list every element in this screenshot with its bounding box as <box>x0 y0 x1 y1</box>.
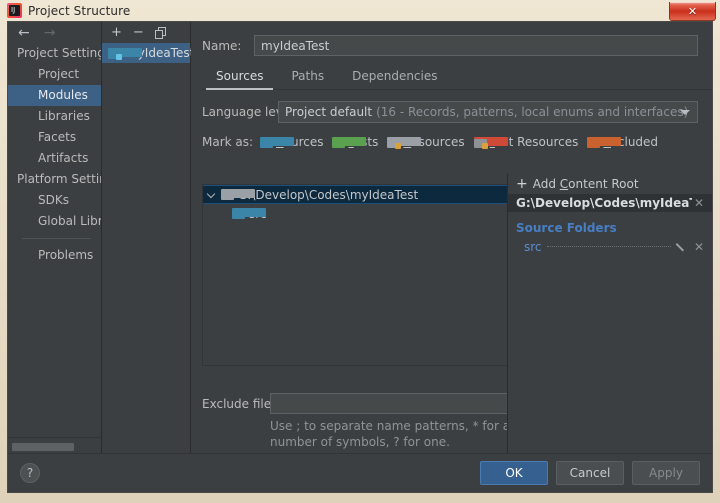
source-folder-icon <box>232 208 266 219</box>
source-folders-heading: Source Folders <box>516 221 617 235</box>
mark-as-resources-button[interactable]: Resources <box>387 135 465 149</box>
source-folder-dotted-line <box>546 245 671 247</box>
tab-dependencies[interactable]: Dependencies <box>338 69 451 89</box>
content-root-details-panel: + Add Content Root G:\Develop\Codes\myId… <box>507 174 712 492</box>
forward-arrow-icon[interactable]: → <box>44 26 56 40</box>
module-tabs: Sources Paths Dependencies <box>202 69 712 90</box>
add-content-root-label-post: ontent Root <box>568 177 639 191</box>
language-level-label: Language level: <box>202 105 298 119</box>
remove-source-folder-icon[interactable]: ✕ <box>692 241 706 253</box>
sidebar-group-platform-settings: Platform Settings <box>17 172 101 186</box>
sidebar-scrollbar-thumb[interactable] <box>12 443 74 451</box>
source-folder-name[interactable]: src <box>524 240 542 254</box>
navigation-bar: ← → <box>8 22 101 43</box>
folder-icon <box>221 189 255 200</box>
content-root-path: G:\Develop\Codes\myIdeaTest <box>516 196 692 210</box>
sidebar-item-modules[interactable]: Modules <box>8 85 101 106</box>
dialog-actions: OK Cancel Apply <box>480 461 700 485</box>
add-module-button[interactable]: + <box>111 26 122 39</box>
back-arrow-icon[interactable]: ← <box>18 26 30 40</box>
chevron-down-icon[interactable] <box>208 190 217 199</box>
exclude-files-label: Exclude files: <box>202 396 282 411</box>
sidebar-item-facets[interactable]: Facets <box>8 127 101 148</box>
chevron-down-icon <box>680 109 690 115</box>
modules-list-pane: + − myIdeaTest <box>102 22 194 456</box>
mark-as-label: Mark as: <box>202 135 254 149</box>
tab-paths[interactable]: Paths <box>277 69 338 89</box>
mark-as-excluded-button[interactable]: Excluded <box>587 135 658 149</box>
content-roots-tree[interactable]: G:\Develop\Codes\myIdeaTest src <box>202 184 519 366</box>
copy-module-icon[interactable] <box>154 26 167 39</box>
apply-button[interactable]: Apply <box>632 461 700 485</box>
module-name-row: Name: <box>191 22 712 56</box>
window-title: Project Structure <box>28 3 131 18</box>
settings-category-list: Project Settings Project Modules Librari… <box>8 43 101 434</box>
tab-sources[interactable]: Sources <box>202 69 277 90</box>
sidebar-item-artifacts[interactable]: Artifacts <box>8 148 101 169</box>
sources-folder-icon <box>260 136 294 148</box>
pencil-icon[interactable] <box>676 242 687 253</box>
content-root-header[interactable]: G:\Develop\Codes\myIdeaTest ✕ <box>508 194 712 212</box>
ok-button[interactable]: OK <box>480 461 548 485</box>
excluded-folder-icon <box>587 136 622 148</box>
name-label: Name: <box>202 38 242 53</box>
window-frame: IJ Project Structure ✕ ← → Project Setti… <box>0 0 720 503</box>
tree-row-content-root[interactable]: G:\Develop\Codes\myIdeaTest <box>203 185 518 204</box>
title-bar: IJ Project Structure ✕ <box>0 0 720 21</box>
sidebar-group-project-settings: Project Settings <box>17 46 101 60</box>
project-structure-dialog: ← → Project Settings Project Modules Lib… <box>7 21 713 493</box>
sidebar-item-problems[interactable]: Problems <box>8 245 101 266</box>
add-content-root-button[interactable]: + Add Content Root <box>508 174 712 194</box>
mark-as-test-resources-button[interactable]: Test Resources <box>473 135 578 149</box>
sidebar-item-libraries[interactable]: Libraries <box>8 106 101 127</box>
module-list-item-myideatest[interactable]: myIdeaTest <box>102 43 194 63</box>
test-resources-folder-icon <box>473 136 508 149</box>
add-content-root-mnemonic: C <box>559 177 569 191</box>
language-level-detail: (16 - Records, patterns, local enums and… <box>376 105 689 119</box>
module-folder-icon <box>108 47 142 60</box>
mark-as-sources-button[interactable]: Sources <box>260 135 323 149</box>
tree-row-label: G:\Develop\Codes\myIdeaTest <box>238 187 419 202</box>
sidebar-divider <box>22 238 91 239</box>
mark-as-row: Mark as: Sources Tests <box>191 123 712 149</box>
help-button[interactable]: ? <box>20 463 40 483</box>
settings-sidebar: ← → Project Settings Project Modules Lib… <box>8 22 102 456</box>
close-button[interactable]: ✕ <box>669 2 716 21</box>
mark-as-tests-button[interactable]: Tests <box>332 135 378 149</box>
sidebar-item-project[interactable]: Project <box>8 64 101 85</box>
plus-icon: + <box>516 176 528 192</box>
language-level-row: Language level: Project default (16 - Re… <box>191 90 712 123</box>
remove-module-button[interactable]: − <box>133 26 144 39</box>
cancel-button[interactable]: Cancel <box>556 461 624 485</box>
language-level-select[interactable]: Project default (16 - Records, patterns,… <box>278 101 698 123</box>
tree-row-src[interactable]: src <box>203 204 518 223</box>
intellij-idea-icon: IJ <box>7 3 22 18</box>
language-level-value: Project default <box>285 105 373 119</box>
tests-folder-icon <box>332 136 367 148</box>
dialog-button-bar: ? OK Cancel Apply <box>8 453 712 492</box>
resources-folder-icon <box>387 136 422 149</box>
modules-toolbar: + − <box>102 22 190 43</box>
remove-content-root-icon[interactable]: ✕ <box>692 197 706 209</box>
sidebar-item-sdks[interactable]: SDKs <box>8 190 101 211</box>
sidebar-item-global-libraries[interactable]: Global Libraries <box>8 211 101 232</box>
close-icon: ✕ <box>687 4 698 18</box>
source-folder-row[interactable]: src ✕ <box>508 238 712 256</box>
add-content-root-label-pre: Add <box>532 177 560 191</box>
module-name-input[interactable] <box>254 35 698 56</box>
exclude-files-input[interactable] <box>270 393 518 414</box>
